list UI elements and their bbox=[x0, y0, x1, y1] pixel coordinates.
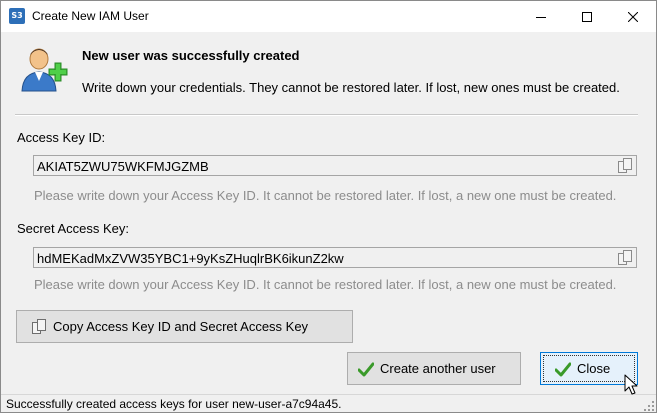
window-title: Create New IAM User bbox=[32, 9, 149, 23]
status-bar: Successfully created access keys for use… bbox=[1, 394, 656, 412]
status-text: Successfully created access keys for use… bbox=[6, 397, 342, 411]
resize-grip-icon[interactable] bbox=[644, 401, 654, 411]
access-key-field[interactable] bbox=[33, 155, 637, 176]
secret-key-label: Secret Access Key: bbox=[17, 221, 129, 236]
maximize-button[interactable] bbox=[564, 1, 610, 32]
minimize-icon bbox=[536, 16, 546, 18]
success-title: New user was successfully created bbox=[82, 48, 300, 63]
maximize-icon bbox=[582, 11, 592, 22]
checkmark-icon bbox=[555, 362, 571, 376]
close-window-button[interactable] bbox=[610, 1, 656, 32]
minimize-button[interactable] bbox=[518, 1, 564, 32]
copy-both-label: Copy Access Key ID and Secret Access Key bbox=[53, 319, 309, 334]
dialog-body: New user was successfully created Write … bbox=[1, 32, 656, 412]
create-another-user-label: Create another user bbox=[380, 361, 496, 376]
copy-icon[interactable] bbox=[617, 250, 633, 266]
close-label: Close bbox=[577, 361, 611, 376]
close-icon bbox=[628, 11, 638, 22]
secret-key-input[interactable] bbox=[37, 250, 607, 266]
checkmark-icon bbox=[358, 362, 374, 376]
create-another-user-button[interactable]: Create another user bbox=[347, 352, 521, 385]
app-icon: S3 bbox=[9, 8, 25, 24]
dialog-window: S3 Create New IAM User New user was succ… bbox=[0, 0, 657, 413]
title-bar[interactable]: S3 Create New IAM User bbox=[1, 1, 656, 32]
secret-key-hint: Please write down your Access Key ID. It… bbox=[34, 277, 617, 292]
secret-key-field[interactable] bbox=[33, 247, 637, 268]
separator bbox=[15, 114, 638, 116]
access-key-input[interactable] bbox=[37, 158, 607, 174]
access-key-hint: Please write down your Access Key ID. It… bbox=[34, 188, 617, 203]
copy-both-button[interactable]: Copy Access Key ID and Secret Access Key bbox=[16, 310, 353, 343]
copy-icon bbox=[32, 318, 46, 334]
user-add-icon bbox=[21, 48, 68, 92]
access-key-label: Access Key ID: bbox=[17, 130, 106, 145]
copy-icon[interactable] bbox=[617, 158, 633, 174]
success-subtitle: Write down your credentials. They cannot… bbox=[82, 80, 620, 95]
mouse-cursor-icon bbox=[624, 374, 638, 395]
